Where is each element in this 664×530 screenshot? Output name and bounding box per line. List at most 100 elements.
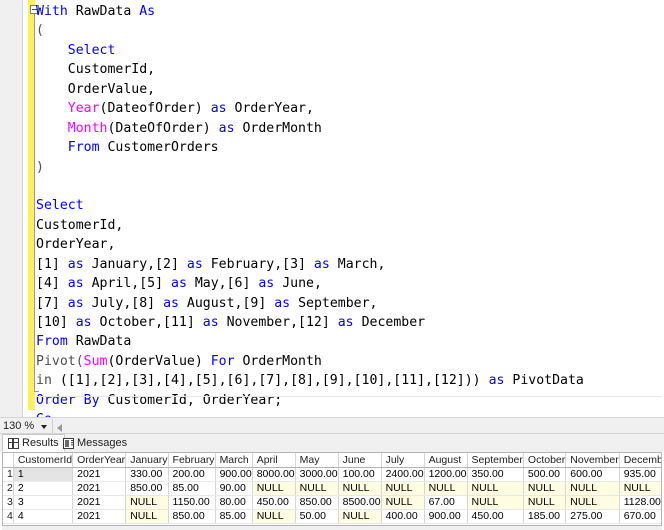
grid-cell[interactable]: NULL	[424, 481, 468, 496]
grid-cell[interactable]: NULL	[467, 481, 524, 496]
grid-cell[interactable]: 350.00	[467, 467, 524, 482]
row-number-cell[interactable]: 2	[3, 481, 14, 496]
code-token: August,[9]	[178, 295, 275, 311]
table-row[interactable]: 4 4 2021 NULL 850.00 85.00 NULL 50.00 NULL 400.00…	[3, 509, 661, 524]
column-header-december[interactable]: December	[619, 453, 661, 468]
grid-cell[interactable]: 850.00	[295, 495, 339, 510]
row-number-cell[interactable]: 4	[3, 509, 14, 524]
grid-cell[interactable]: 850.00	[168, 509, 216, 524]
grid-cell[interactable]: 8500.00	[338, 495, 382, 510]
column-header-february[interactable]: February	[168, 453, 216, 468]
grid-cell[interactable]: 8000.00	[252, 467, 296, 482]
code-token: July,[8]	[83, 295, 164, 311]
grid-cell[interactable]: 185.00	[523, 509, 567, 524]
grid-cell[interactable]: NULL	[523, 481, 567, 496]
column-header-january[interactable]: January	[125, 453, 169, 468]
code-line-8: From CustomerOrders	[36, 138, 584, 157]
grid-cell[interactable]: NULL	[125, 509, 169, 524]
grid-cell[interactable]: 600.00	[565, 467, 620, 482]
grid-cell[interactable]: 1150.00	[168, 495, 216, 510]
column-header-november[interactable]: November	[565, 453, 620, 468]
grid-cell[interactable]: NULL	[252, 481, 296, 496]
column-header-customerid[interactable]: CustomerId	[13, 453, 74, 468]
grid-cell[interactable]: NULL	[295, 481, 339, 496]
grid-cell[interactable]: 2021	[72, 509, 127, 524]
row-number-cell[interactable]: 3	[3, 495, 14, 510]
grid-cell[interactable]: 2021	[72, 495, 127, 510]
grid-cell[interactable]: 450.00	[467, 509, 524, 524]
horizontal-scroll-left-arrow[interactable]	[57, 424, 62, 432]
grid-cell[interactable]: 2021	[72, 481, 127, 496]
grid-cell[interactable]: 2400.00	[381, 467, 425, 482]
table-row[interactable]: 3 3 2021 NULL 1150.00 80.00 450.00 850.00 8500.0…	[3, 495, 661, 510]
tab-messages[interactable]: Messages	[58, 434, 132, 452]
grid-cell[interactable]: 3	[13, 495, 74, 510]
grid-cell[interactable]: NULL	[125, 495, 169, 510]
grid-cell[interactable]: 67.00	[424, 495, 468, 510]
grid-cell[interactable]: 400.00	[381, 509, 425, 524]
grid-cell[interactable]: 1200.00	[424, 467, 468, 482]
grid-cell[interactable]: NULL	[565, 481, 620, 496]
grid-cell[interactable]: 935.00	[619, 467, 661, 482]
code-line-14: [1] as January,[2] as February,[3] as Ma…	[36, 255, 584, 274]
grid-cell[interactable]: NULL	[565, 495, 620, 510]
code-line-3: Select	[36, 41, 584, 60]
grid-cell[interactable]: 900.00	[215, 467, 253, 482]
column-header-october[interactable]: October	[523, 453, 567, 468]
grid-cell[interactable]: 90.00	[215, 481, 253, 496]
grid-cell[interactable]: 50.00	[295, 509, 339, 524]
column-header-may[interactable]: May	[295, 453, 339, 468]
sql-code-text[interactable]: With RawData As ( Select CustomerId, Orde…	[36, 2, 584, 420]
grid-cell[interactable]: 1	[12, 467, 74, 482]
grid-corner-cell[interactable]	[3, 453, 14, 468]
grid-cell[interactable]: 200.00	[168, 467, 216, 482]
grid-cell[interactable]: 1128.00	[619, 495, 661, 510]
grid-cell[interactable]: NULL	[523, 495, 567, 510]
grid-cell[interactable]: 450.00	[252, 495, 296, 510]
grid-cell[interactable]: NULL	[252, 509, 296, 524]
code-line-7: Month(DateOfOrder) as OrderMonth	[36, 119, 584, 138]
column-header-september[interactable]: September	[467, 453, 524, 468]
grid-cell[interactable]: 900.00	[424, 509, 468, 524]
grid-cell[interactable]: 3000.00	[295, 467, 339, 482]
column-header-orderyear[interactable]: OrderYear	[72, 453, 127, 468]
grid-cell[interactable]: 670.00	[619, 509, 661, 524]
grid-cell[interactable]: 80.00	[215, 495, 253, 510]
grid-cell[interactable]: 4	[13, 509, 74, 524]
column-header-august[interactable]: August	[424, 453, 468, 468]
grid-cell[interactable]: NULL	[338, 509, 382, 524]
grid-cell[interactable]: 850.00	[125, 481, 169, 496]
grid-cell[interactable]: 500.00	[523, 467, 567, 482]
row-number-cell[interactable]: 1	[3, 467, 14, 482]
column-header-march[interactable]: March	[215, 453, 253, 468]
column-header-april[interactable]: April	[252, 453, 296, 468]
tab-results[interactable]: Results	[2, 434, 65, 452]
table-row[interactable]: 1 1 2021 330.00 200.00 900.00 8000.00 3000.00 10…	[3, 467, 661, 482]
column-header-july[interactable]: July	[381, 453, 425, 468]
table-row[interactable]: 2 2 2021 850.00 85.00 90.00 NULL NULL NULL NULL NU…	[3, 481, 661, 496]
grid-cell[interactable]: 2	[13, 481, 74, 496]
results-grid[interactable]: CustomerId OrderYear January February March A…	[2, 452, 662, 526]
code-token: With	[36, 4, 76, 19]
grid-cell[interactable]: 100.00	[338, 467, 382, 482]
grid-cell[interactable]: NULL	[381, 481, 425, 496]
sql-code-editor[interactable]: With RawData As ( Select CustomerId, Orde…	[0, 0, 664, 420]
code-token: From	[36, 334, 68, 350]
grid-cell[interactable]: NULL	[381, 495, 425, 510]
grid-cell[interactable]: NULL	[467, 495, 524, 510]
grid-cell[interactable]: 330.00	[125, 467, 169, 482]
code-line-9: )	[36, 158, 584, 177]
column-header-june[interactable]: June	[338, 453, 382, 468]
grid-cell[interactable]: 2021	[72, 467, 127, 482]
chevron-down-icon[interactable]	[41, 425, 47, 429]
grid-cell[interactable]: 85.00	[215, 509, 253, 524]
code-line-19: Pivot(Sum(OrderValue) For OrderMonth	[36, 352, 584, 371]
code-token: OrderMonth	[234, 120, 322, 136]
grid-cell[interactable]: 275.00	[565, 509, 620, 524]
grid-cell[interactable]: NULL	[619, 481, 661, 496]
zoom-level-label[interactable]: 130 %	[3, 420, 34, 432]
grid-cell[interactable]: NULL	[338, 481, 382, 496]
editor-zoom-bar: 130 %	[0, 417, 664, 434]
grid-cell[interactable]: 85.00	[168, 481, 216, 496]
